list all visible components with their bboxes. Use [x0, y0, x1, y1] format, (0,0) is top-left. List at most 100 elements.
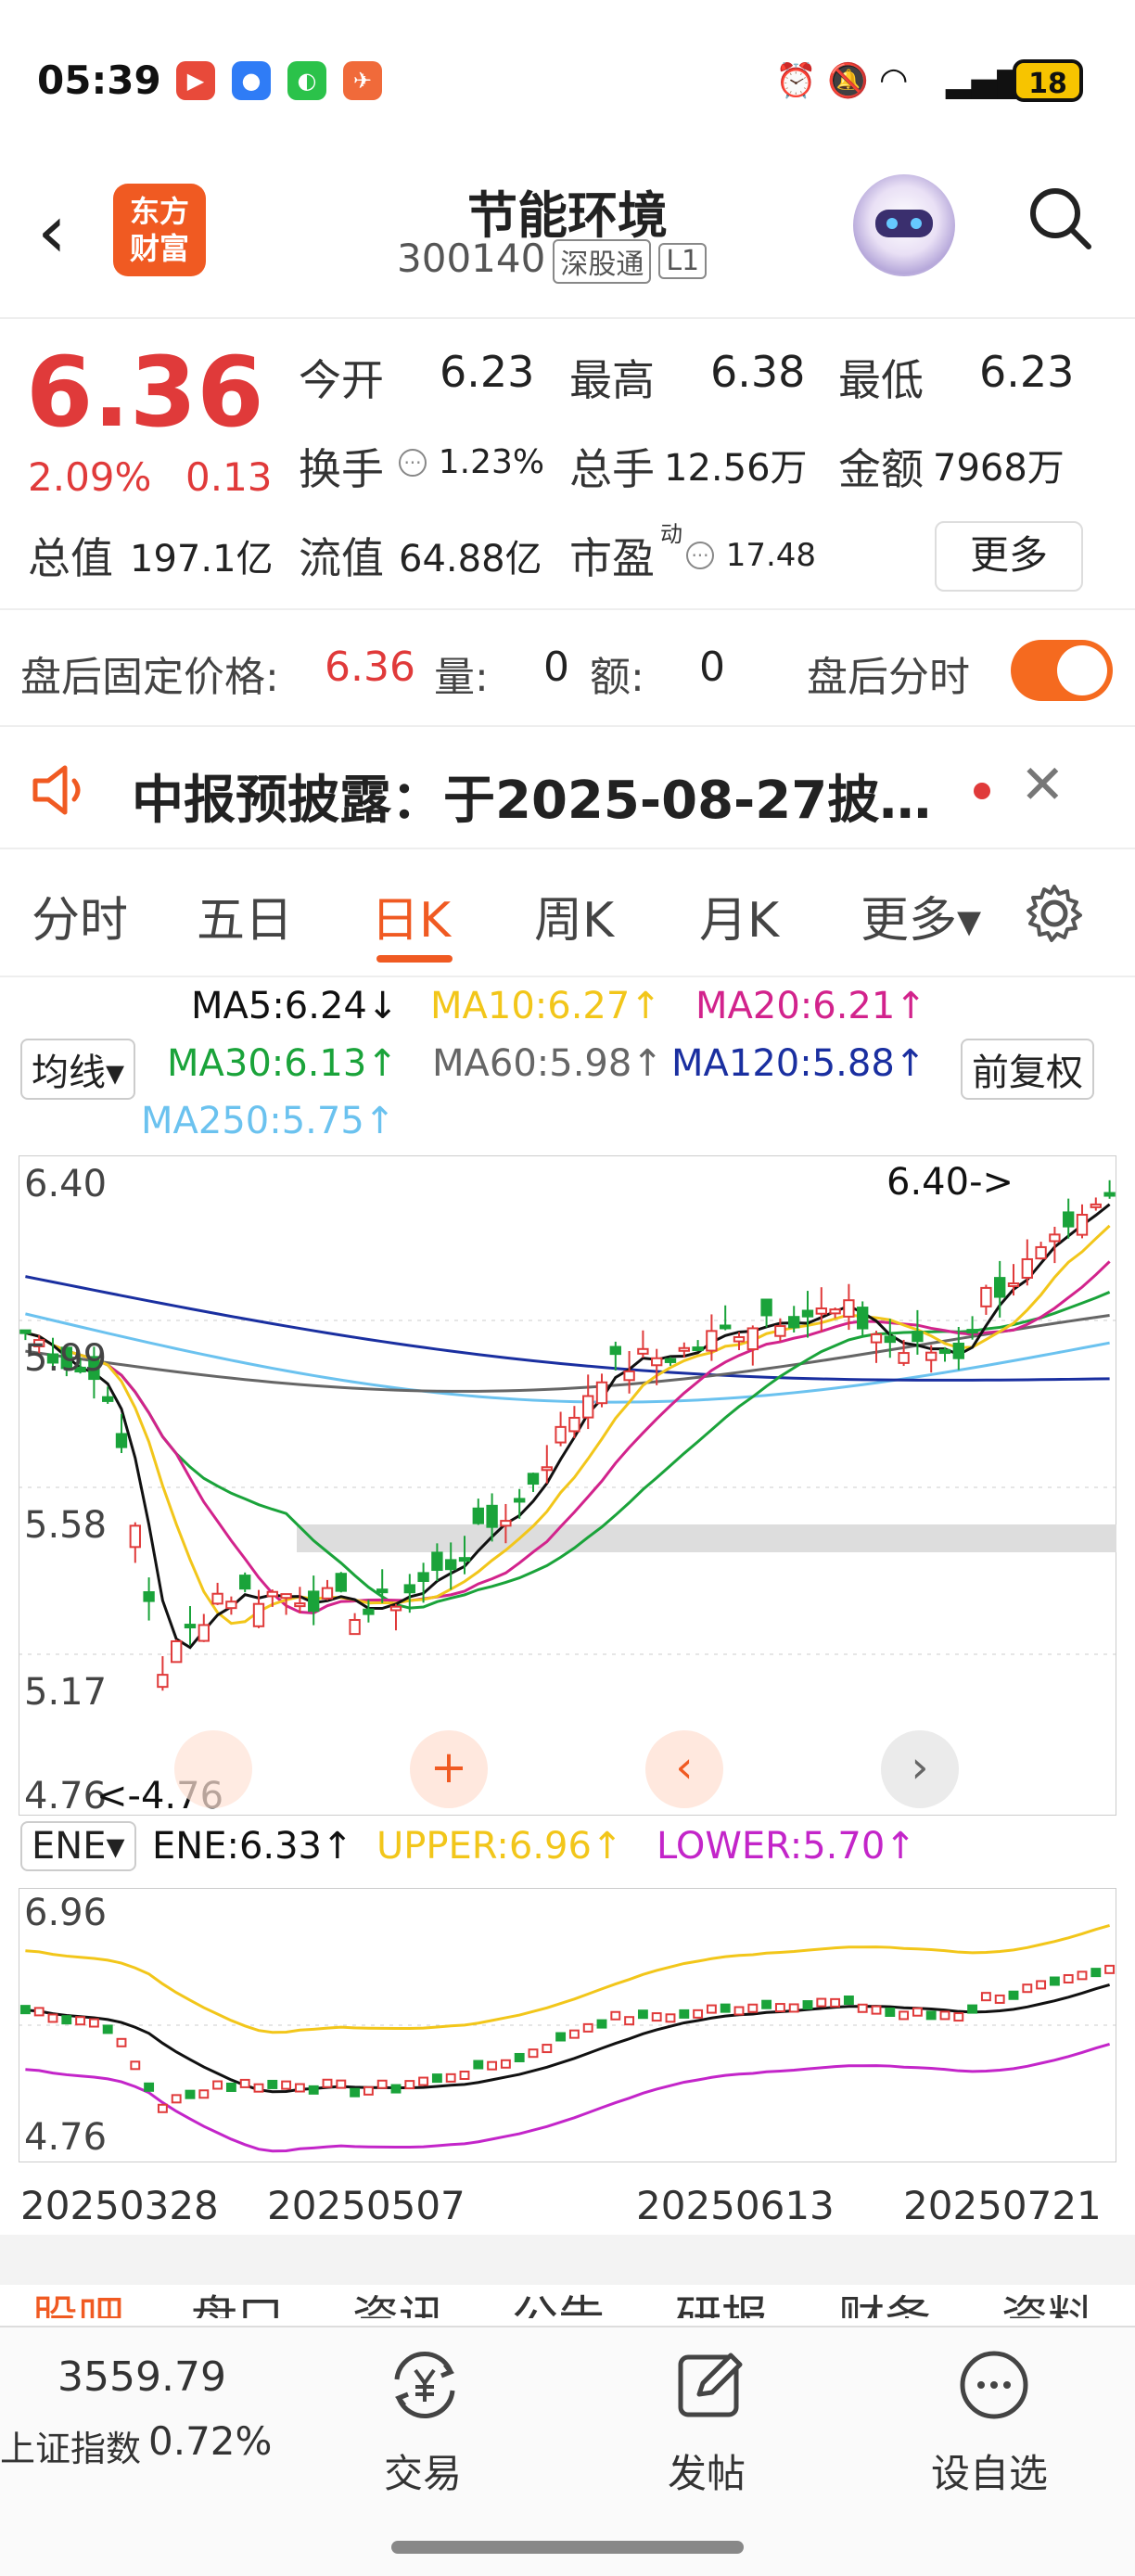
- notice-banner[interactable]: 中报预披露：于2025-08-27披… ✕: [0, 727, 1135, 849]
- change-pct: 2.09%: [28, 454, 152, 500]
- active-tab-indicator: [376, 955, 453, 963]
- stock-header: ‹ 东方财富 节能环境 300140 深股通 L1: [0, 158, 1135, 319]
- ene-legend: ENE:6.33↑: [152, 1825, 353, 1868]
- tab-research[interactable]: 研报: [675, 2290, 768, 2318]
- tab-order-book[interactable]: 盘口: [191, 2290, 284, 2318]
- trade-label[interactable]: 交易: [384, 2442, 462, 2499]
- edit-post-icon[interactable]: [671, 2346, 749, 2424]
- after-hours-vol: 0: [543, 644, 569, 691]
- pe-row: ··· 17.48: [686, 532, 816, 575]
- speaker-icon: [32, 765, 81, 815]
- tab-monthly-k[interactable]: 月K: [699, 881, 779, 950]
- kline-chart[interactable]: 6.40 5.99 5.58 5.17 4.76 6.40-> <-4.76: [19, 1155, 1116, 1816]
- ma-selector[interactable]: 均线▾: [20, 1039, 136, 1100]
- tab-news[interactable]: 资讯: [352, 2290, 445, 2318]
- home-indicator: [391, 2541, 744, 2554]
- index-value[interactable]: 3559.79: [57, 2353, 226, 2401]
- float-value: 64.88亿: [399, 538, 542, 580]
- price-band: [297, 1524, 1116, 1552]
- ma60-legend: MA60:5.98↑: [432, 1042, 663, 1085]
- after-hours-label: 盘后固定价格:: [20, 654, 279, 701]
- wifi-icon: ◠: [879, 61, 909, 99]
- add-watchlist-label[interactable]: 设自选: [931, 2442, 1048, 2499]
- pe-value: 17.48: [725, 537, 817, 574]
- tab-weekly-k[interactable]: 周K: [534, 881, 614, 950]
- yen-exchange-icon[interactable]: [386, 2346, 464, 2424]
- tab-five-day[interactable]: 五日: [197, 881, 293, 950]
- after-hours-bar: 盘后固定价格: 6.36 量: 0 额: 0 盘后分时: [0, 610, 1135, 727]
- turnover-row: ··· 1.23%: [399, 440, 544, 482]
- after-hours-toggle[interactable]: [1011, 640, 1113, 701]
- robot-assistant-avatar[interactable]: [853, 174, 955, 276]
- more-circle-icon[interactable]: [955, 2346, 1033, 2424]
- x-date-label: 20250721: [903, 2183, 1102, 2228]
- level-badge: L1: [658, 243, 708, 279]
- y-tick-label: 5.99: [24, 1337, 107, 1380]
- y-tick-label: 5.17: [24, 1671, 107, 1714]
- last-price: 6.36: [26, 336, 264, 449]
- tab-profile[interactable]: 资料: [1001, 2290, 1094, 2318]
- status-time: 05:39: [37, 57, 161, 103]
- news-app-icon: ✈: [343, 61, 382, 100]
- ma30-legend: MA30:6.13↑: [167, 1042, 398, 1085]
- ma250-legend: MA250:5.75↑: [141, 1100, 396, 1142]
- ene-y-tick: 6.96: [24, 1892, 107, 1934]
- unread-dot: [974, 783, 990, 799]
- ma5-legend: MA5:6.24↓: [191, 985, 399, 1027]
- tab-announcements[interactable]: 公告: [512, 2290, 605, 2318]
- mute-icon: 🔕: [827, 62, 869, 100]
- stock-code: 300140: [397, 236, 546, 281]
- mktcap-value: 197.1亿: [130, 538, 274, 580]
- low-value: 6.23: [979, 347, 1075, 397]
- more-dots-icon: ···: [686, 542, 714, 569]
- after-hours-amt: 0: [699, 644, 725, 691]
- index-change[interactable]: 0.72%: [148, 2418, 272, 2464]
- signal-icon: ▂▄▆: [946, 61, 1024, 99]
- high-label: 最高: [569, 355, 655, 405]
- after-hours-price: 6.36: [325, 644, 415, 691]
- stock-code-line: 300140 深股通 L1: [397, 236, 708, 284]
- gear-icon[interactable]: [1024, 883, 1085, 944]
- tab-guba[interactable]: 股吧: [32, 2290, 124, 2318]
- status-bar: 05:39 ▶ ● ◐ ✈ ⏰ 🔕 ◠ ▂▄▆ 18: [0, 0, 1135, 158]
- video-app-icon: ▶: [176, 61, 215, 100]
- upper-legend: UPPER:6.96↑: [376, 1825, 623, 1868]
- wechat-app-icon: ◐: [287, 61, 326, 100]
- ene-y-tick: 4.76: [24, 2116, 107, 2159]
- indicator-selector[interactable]: ENE▾: [20, 1821, 136, 1871]
- float-label: 流值: [299, 533, 384, 583]
- ma20-legend: MA20:6.21↑: [695, 985, 926, 1027]
- y-tick-label: 6.40: [24, 1163, 107, 1205]
- tab-timeshare[interactable]: 分时: [32, 881, 128, 950]
- amount-value: 7968万: [933, 447, 1065, 490]
- section-divider: [0, 2235, 1135, 2285]
- lower-legend: LOWER:5.70↑: [657, 1825, 916, 1868]
- tab-daily-k[interactable]: 日K: [371, 881, 451, 950]
- y-tick-label: 5.58: [24, 1504, 107, 1547]
- alarm-icon: ⏰: [775, 62, 817, 100]
- close-icon[interactable]: ✕: [1020, 753, 1065, 816]
- x-date-label: 20250328: [20, 2183, 219, 2228]
- connect-badge: 深股通: [553, 238, 652, 284]
- ene-chart[interactable]: 6.96 4.76: [19, 1888, 1116, 2162]
- tab-finance[interactable]: 财务: [838, 2290, 931, 2318]
- search-icon[interactable]: [1027, 185, 1092, 250]
- ma120-legend: MA120:5.88↑: [671, 1042, 926, 1085]
- tab-more[interactable]: 更多▾: [861, 881, 981, 950]
- zoom-in-button[interactable]: +: [410, 1730, 488, 1808]
- open-label: 今开: [299, 355, 384, 405]
- high-value: 6.38: [710, 347, 806, 397]
- post-label[interactable]: 发帖: [668, 2442, 746, 2499]
- more-quote-button[interactable]: 更多: [935, 521, 1083, 592]
- chevron-right-icon[interactable]: ›: [881, 1730, 959, 1808]
- chevron-left-icon[interactable]: ‹: [645, 1730, 723, 1808]
- pe-superscript: 动: [660, 521, 682, 547]
- chart-minus-button[interactable]: [174, 1730, 252, 1808]
- turnover-label: 换手: [299, 444, 384, 494]
- adjust-button[interactable]: 前复权: [961, 1039, 1094, 1100]
- x-date-label: 20250613: [636, 2183, 835, 2228]
- max-price-marker: 6.40->: [886, 1161, 1014, 1204]
- notice-text: 中报预披露：于2025-08-27披…: [132, 771, 932, 831]
- quote-panel: 6.36 2.09% 0.13 今开 6.23 最高 6.38 最低 6.23 …: [0, 319, 1135, 610]
- index-name[interactable]: 上证指数: [0, 2420, 141, 2471]
